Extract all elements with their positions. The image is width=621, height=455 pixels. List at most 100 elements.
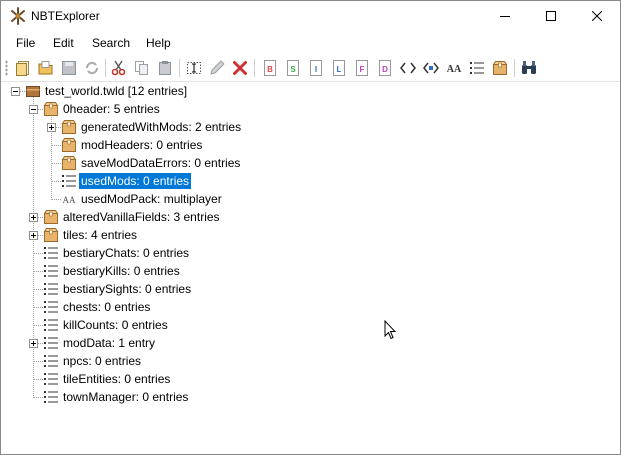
- altered-vanilla-fields-expand-toggle[interactable]: [29, 213, 38, 222]
- tree-line: [33, 271, 43, 272]
- find-binoculars-icon[interactable]: [520, 59, 538, 77]
- tree-line: [33, 97, 34, 398]
- tree-node-generatedwithmods[interactable]: generatedWithMods: 2 entries: [61, 118, 243, 136]
- tree-node-usedmods[interactable]: usedMods: 0 entries: [61, 172, 192, 190]
- save-icon[interactable]: [60, 59, 78, 77]
- tree-node-label: bestiaryChats: 0 entries: [63, 246, 190, 260]
- window-title: NBTExplorer: [31, 9, 100, 23]
- compound-tag-icon: [61, 137, 77, 153]
- tree-node-label: usedModPack: multiplayer: [81, 192, 222, 206]
- tree-line: [51, 145, 61, 146]
- tree-line: [51, 199, 61, 200]
- add-short-tag-icon[interactable]: S: [284, 59, 302, 77]
- add-long-tag-icon[interactable]: L: [330, 59, 348, 77]
- toolbar: B S I L F D AA: [1, 55, 620, 82]
- close-button[interactable]: [574, 1, 620, 31]
- tree-node-label: modData: 1 entry: [63, 336, 156, 350]
- tree-node-townmanager[interactable]: townManager: 0 entries: [43, 388, 190, 406]
- cut-icon[interactable]: [110, 59, 128, 77]
- header-collapse-toggle[interactable]: [29, 105, 38, 114]
- tree-node-killcounts[interactable]: killCounts: 0 entries: [43, 316, 170, 334]
- list-tag-icon: [43, 353, 59, 369]
- tree-node-label-selected: usedMods: 0 entries: [79, 173, 192, 189]
- tree-node-label: generatedWithMods: 2 entries: [81, 120, 242, 134]
- add-float-tag-icon[interactable]: F: [353, 59, 371, 77]
- tree-node-label: alteredVanillaFields: 3 entries: [63, 210, 220, 224]
- tree-node-label: bestiaryKills: 0 entries: [63, 264, 180, 278]
- add-int-array-icon[interactable]: [422, 59, 440, 77]
- compound-tag-icon: [61, 155, 77, 171]
- compound-tag-icon: [43, 227, 59, 243]
- toolbar-separator: [254, 59, 255, 77]
- tree-node-npcs[interactable]: npcs: 0 entries: [43, 352, 143, 370]
- tiles-expand-toggle[interactable]: [29, 231, 38, 240]
- root-collapse-toggle[interactable]: [11, 87, 20, 96]
- compound-tag-icon: [43, 209, 59, 225]
- tree-node-label: townManager: 0 entries: [63, 390, 189, 404]
- list-tag-icon: [43, 335, 59, 351]
- add-compound-icon[interactable]: [491, 59, 509, 77]
- delete-icon[interactable]: [231, 59, 249, 77]
- tree-node-label: test_world.twld [12 entries]: [45, 84, 188, 98]
- menu-edit[interactable]: Edit: [52, 36, 75, 50]
- tree-node-modheaders[interactable]: modHeaders: 0 entries: [61, 136, 204, 154]
- short-tag-letter: S: [290, 65, 296, 74]
- tree-node-bestiarysights[interactable]: bestiarySights: 0 entries: [43, 280, 193, 298]
- tree-node-0header[interactable]: 0header: 5 entries: [43, 100, 162, 118]
- tree-node-label: saveModDataErrors: 0 entries: [81, 156, 241, 170]
- mod-data-expand-toggle[interactable]: [29, 339, 38, 348]
- compound-tag-icon: [61, 119, 77, 135]
- add-byte-array-icon[interactable]: [399, 59, 417, 77]
- toolbar-separator: [179, 59, 180, 77]
- tree-line: [51, 181, 61, 182]
- menu-help[interactable]: Help: [145, 36, 172, 50]
- title-bar[interactable]: NBTExplorer: [1, 1, 620, 31]
- tree-node-usedmodpack[interactable]: AA usedModPack: multiplayer: [61, 190, 224, 208]
- list-tag-icon: [43, 299, 59, 315]
- list-tag-icon: [43, 371, 59, 387]
- tree-node-label: modHeaders: 0 entries: [81, 138, 203, 152]
- menu-search[interactable]: Search: [91, 36, 131, 50]
- maximize-button[interactable]: [528, 1, 574, 31]
- toolbar-separator: [514, 59, 515, 77]
- string-tag-icon: AA: [63, 195, 76, 205]
- tree-node-label: tiles: 4 entries: [63, 228, 138, 242]
- string-tag-glyph: AA: [63, 195, 76, 205]
- tree-node-alteredvanillafields[interactable]: alteredVanillaFields: 3 entries: [43, 208, 222, 226]
- tree-node-savemoddataerrors[interactable]: saveModDataErrors: 0 entries: [61, 154, 242, 172]
- tree-node-tileentities[interactable]: tileEntities: 0 entries: [43, 370, 172, 388]
- tree-line: [33, 397, 43, 398]
- open-folder-icon[interactable]: [37, 59, 55, 77]
- add-string-icon[interactable]: AA: [445, 59, 463, 77]
- list-tag-icon: [43, 281, 59, 297]
- edit-value-icon[interactable]: [208, 59, 226, 77]
- tree-node-root[interactable]: test_world.twld [12 entries]: [25, 82, 189, 100]
- int-tag-letter: I: [315, 65, 317, 74]
- add-byte-tag-icon[interactable]: B: [261, 59, 279, 77]
- float-tag-letter: F: [360, 65, 365, 74]
- tree-node-moddata[interactable]: modData: 1 entry: [43, 334, 157, 352]
- long-tag-letter: L: [337, 65, 342, 74]
- tree-node-label: bestiarySights: 0 entries: [63, 282, 192, 296]
- tree-node-bestiarychats[interactable]: bestiaryChats: 0 entries: [43, 244, 191, 262]
- toolbar-grip-icon[interactable]: [5, 60, 8, 76]
- paste-icon[interactable]: [156, 59, 174, 77]
- generated-with-mods-expand-toggle[interactable]: [47, 123, 56, 132]
- menu-file[interactable]: File: [15, 36, 36, 50]
- copy-icon[interactable]: [133, 59, 151, 77]
- tree-line: [33, 325, 43, 326]
- refresh-icon[interactable]: [83, 59, 101, 77]
- rename-icon[interactable]: [185, 59, 203, 77]
- tree-node-bestiarykills[interactable]: bestiaryKills: 0 entries: [43, 262, 182, 280]
- add-list-icon[interactable]: [468, 59, 486, 77]
- byte-tag-letter: B: [267, 65, 273, 74]
- list-tag-icon: [43, 317, 59, 333]
- tree-node-chests[interactable]: chests: 0 entries: [43, 298, 152, 316]
- list-tag-icon: [61, 173, 77, 189]
- add-int-tag-icon[interactable]: I: [307, 59, 325, 77]
- new-file-icon[interactable]: [14, 59, 32, 77]
- nbt-tree-view[interactable]: test_world.twld [12 entries] 0header: 5 …: [1, 82, 620, 454]
- minimize-button[interactable]: [482, 1, 528, 31]
- tree-node-tiles[interactable]: tiles: 4 entries: [43, 226, 139, 244]
- add-double-tag-icon[interactable]: D: [376, 59, 394, 77]
